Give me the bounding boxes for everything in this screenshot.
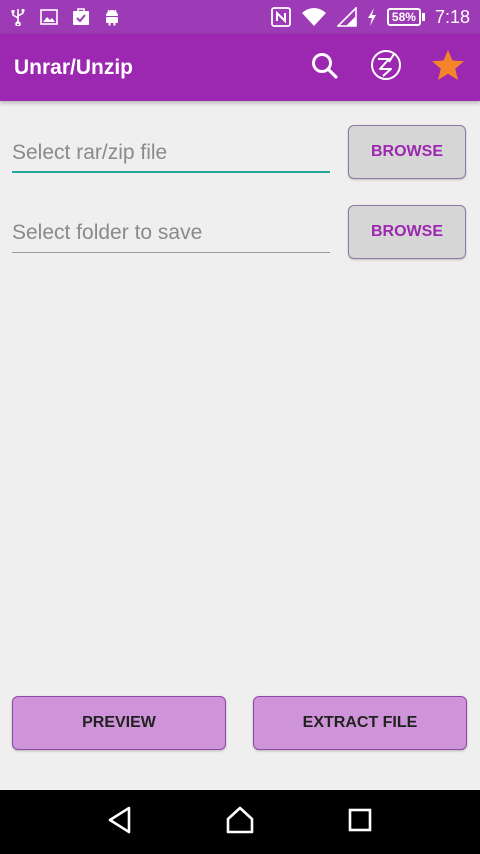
navigation-bar (0, 790, 480, 854)
destination-folder-row: BROWSE (12, 205, 468, 259)
status-bar: 58% 7:18 (0, 0, 480, 34)
battery-indicator: 58% (386, 8, 425, 26)
image-icon (40, 9, 58, 25)
destination-folder-field-wrapper (12, 215, 330, 253)
nfc-icon (271, 7, 291, 27)
star-icon (431, 49, 465, 86)
browse-folder-button[interactable]: BROWSE (348, 205, 466, 259)
preview-button[interactable]: PREVIEW (12, 696, 226, 750)
source-file-row: BROWSE (12, 125, 468, 179)
browse-file-button[interactable]: BROWSE (348, 125, 466, 179)
destination-folder-input[interactable] (12, 215, 330, 251)
signal-icon (336, 7, 357, 27)
clock: 7:18 (434, 6, 470, 27)
home-icon (225, 806, 255, 839)
recents-button[interactable] (340, 802, 380, 842)
back-icon (107, 806, 133, 839)
android-icon (104, 8, 120, 26)
recents-icon (348, 808, 372, 837)
source-file-field-wrapper (12, 135, 330, 173)
charging-icon (367, 8, 377, 26)
search-button[interactable] (306, 50, 342, 86)
battery-level: 58% (386, 8, 421, 26)
source-file-input[interactable] (12, 135, 330, 171)
clipboard-check-icon (72, 8, 90, 26)
no-ads-icon (369, 48, 403, 87)
app-bar: Unrar/Unzip (0, 34, 480, 101)
destination-folder-underline (12, 252, 330, 253)
app-title: Unrar/Unzip (14, 55, 134, 79)
back-button[interactable] (100, 802, 140, 842)
home-button[interactable] (220, 802, 260, 842)
search-icon (310, 51, 338, 84)
source-file-underline (12, 171, 330, 173)
rate-button[interactable] (430, 50, 466, 86)
wifi-icon (301, 7, 327, 27)
extract-file-button[interactable]: EXTRACT FILE (253, 696, 467, 750)
remove-ads-button[interactable] (368, 50, 404, 86)
usb-icon (10, 8, 26, 26)
